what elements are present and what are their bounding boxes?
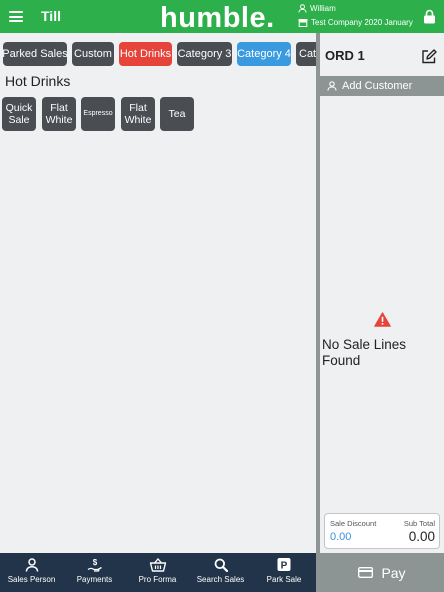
parking-icon: P xyxy=(277,558,291,572)
warning-icon xyxy=(374,312,391,332)
current-user: William xyxy=(298,4,336,13)
product-quick-sale[interactable]: Quick Sale xyxy=(2,97,36,131)
category-parked-sales[interactable]: Parked Sales xyxy=(2,42,68,66)
pay-button[interactable]: Pay xyxy=(320,553,444,592)
edit-icon[interactable] xyxy=(421,49,437,69)
totals-box: Sale Discount 0.00 Sub Total 0.00 xyxy=(324,513,440,549)
order-id: ORD 1 xyxy=(325,48,365,63)
category-custom[interactable]: Custom xyxy=(72,42,114,66)
current-company: Test Company 2020 January xyxy=(298,18,413,27)
nav-label: Payments xyxy=(76,575,113,584)
menu-icon[interactable] xyxy=(9,11,23,22)
search-icon xyxy=(214,558,228,572)
svg-text:P: P xyxy=(281,561,288,572)
nav-pro-forma[interactable]: Pro Forma xyxy=(126,553,189,592)
product-flat-white[interactable]: Flat White xyxy=(42,97,76,131)
category-partial[interactable]: Cat xyxy=(296,42,316,66)
pay-label: Pay xyxy=(381,564,406,581)
nav-label: Search Sales xyxy=(196,575,245,584)
category-bar: Parked Sales Custom Hot Drinks Category … xyxy=(0,33,316,72)
category-4[interactable]: Category 4 xyxy=(237,42,291,66)
product-espresso[interactable]: Espresso xyxy=(81,97,115,131)
nav-payments[interactable]: $ Payments xyxy=(63,553,126,592)
user-icon xyxy=(327,81,337,91)
credit-card-icon xyxy=(358,567,374,578)
subtotal-label: Sub Total xyxy=(403,519,435,528)
product-flat-white-2[interactable]: Flat White xyxy=(121,97,155,131)
nav-sales-person[interactable]: Sales Person xyxy=(0,553,63,592)
nav-search-sales[interactable]: Search Sales xyxy=(189,553,252,592)
payments-icon: $ xyxy=(87,558,102,572)
nav-label: Sales Person xyxy=(7,575,56,584)
basket-icon xyxy=(149,558,166,572)
product-tea[interactable]: Tea xyxy=(160,97,194,131)
user-icon xyxy=(298,4,307,13)
category-3[interactable]: Category 3 xyxy=(177,42,232,66)
sale-discount-label: Sale Discount xyxy=(330,519,377,528)
page-title: Till xyxy=(41,8,61,24)
add-customer-button[interactable]: Add Customer xyxy=(320,76,444,96)
lock-icon[interactable] xyxy=(423,9,436,29)
user-name: William xyxy=(310,4,336,13)
bottom-nav: Sales Person $ Payments Pro Forma Search… xyxy=(0,553,316,592)
sale-discount-value[interactable]: 0.00 xyxy=(330,531,351,543)
person-icon xyxy=(25,558,38,572)
nav-label: Park Sale xyxy=(266,575,302,584)
nav-label: Pro Forma xyxy=(138,575,177,584)
store-icon xyxy=(298,19,308,27)
category-hot-drinks[interactable]: Hot Drinks xyxy=(119,42,172,66)
nav-park-sale[interactable]: P Park Sale xyxy=(252,553,316,592)
section-title: Hot Drinks xyxy=(5,73,71,89)
empty-sale-message: No Sale Lines Found xyxy=(322,337,407,368)
subtotal-value: 0.00 xyxy=(408,529,435,544)
panel-divider xyxy=(316,33,320,592)
brand-logo: humble. xyxy=(160,2,275,34)
svg-text:$: $ xyxy=(92,558,97,567)
company-name: Test Company 2020 January xyxy=(311,18,413,27)
app-header: Till humble. William Test Company 2020 J… xyxy=(0,0,444,34)
add-customer-label: Add Customer xyxy=(342,80,413,92)
